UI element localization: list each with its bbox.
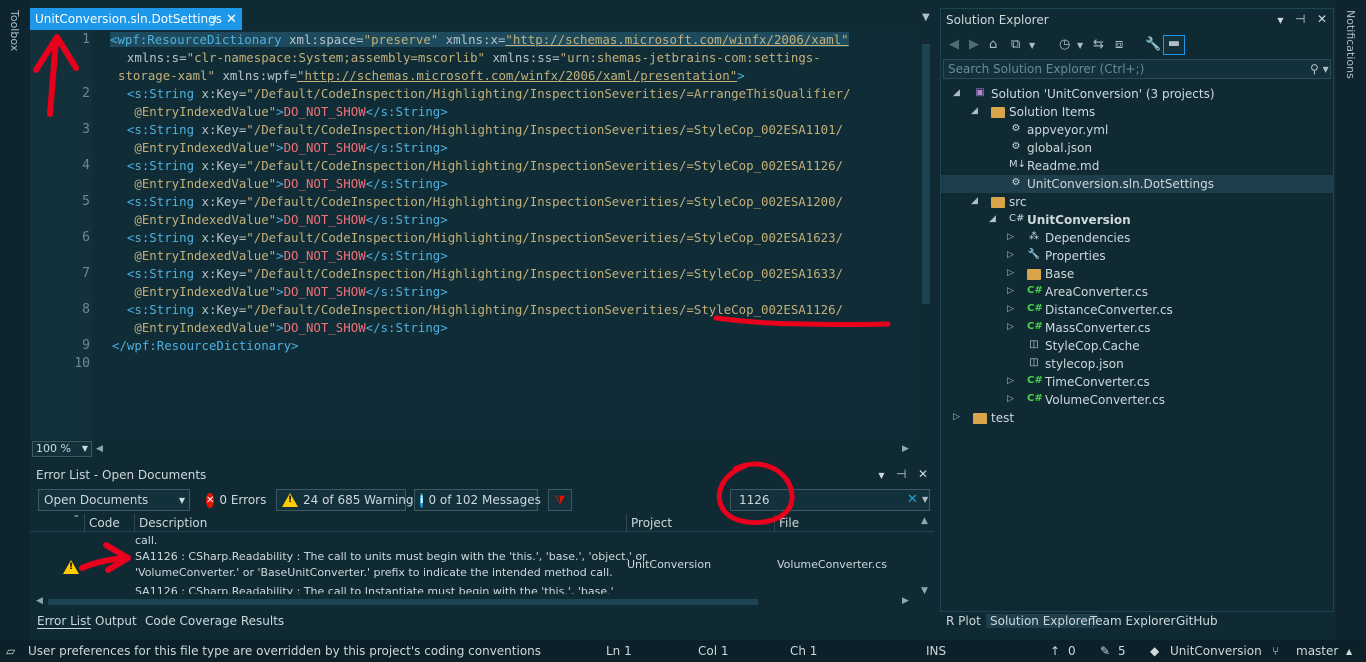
annotation-arrow-right bbox=[79, 542, 131, 573]
red-annotations bbox=[33, 34, 891, 573]
annotation-circle bbox=[716, 461, 795, 525]
annotation-arrow-up bbox=[33, 34, 79, 117]
annotation-underline bbox=[713, 315, 891, 327]
